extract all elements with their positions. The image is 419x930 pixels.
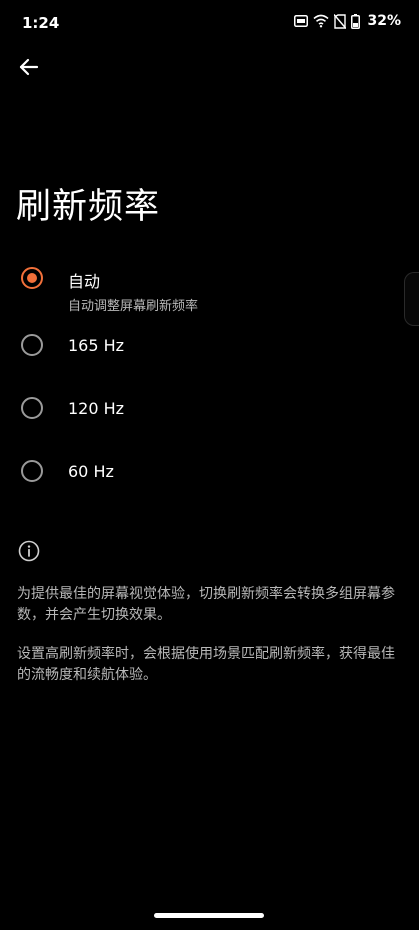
option-165hz[interactable]: 165 Hz [0, 326, 400, 370]
option-label: 自动 [68, 272, 101, 291]
nfc-icon [294, 15, 309, 27]
back-arrow-icon [19, 58, 39, 80]
back-button[interactable] [12, 54, 46, 84]
option-label: 60 Hz [68, 462, 114, 481]
option-120hz[interactable]: 120 Hz [0, 388, 400, 432]
side-panel-handle[interactable] [404, 272, 419, 326]
radio-auto[interactable] [21, 267, 43, 289]
option-auto[interactable]: 自动 自动调整屏幕刷新频率 [0, 262, 400, 320]
home-indicator[interactable] [154, 913, 264, 918]
radio-120hz[interactable] [21, 397, 43, 419]
status-time: 1:24 [22, 14, 60, 32]
battery-icon [351, 13, 361, 29]
info-icon [17, 539, 41, 563]
info-paragraph: 设置高刷新频率时，会根据使用场景匹配刷新频率，获得最佳的流畅度和续航体验。 [17, 646, 395, 683]
radio-165hz[interactable] [21, 334, 43, 356]
page-title: 刷新频率 [16, 187, 161, 227]
option-label: 165 Hz [68, 336, 125, 355]
option-label: 120 Hz [68, 399, 125, 418]
option-60hz[interactable]: 60 Hz [0, 451, 400, 495]
radio-60hz[interactable] [21, 460, 43, 482]
status-icons: 32% [294, 13, 401, 29]
option-sublabel: 自动调整屏幕刷新频率 [68, 299, 199, 314]
wifi-icon [313, 14, 330, 28]
no-sim-icon [334, 13, 347, 29]
info-paragraph: 为提供最佳的屏幕视觉体验，切换刷新频率会转换多组屏幕参数，并会产生切换效果。 [17, 586, 395, 623]
status-bar: 1:24 32% [0, 0, 419, 46]
battery-percent: 32% [367, 13, 401, 29]
